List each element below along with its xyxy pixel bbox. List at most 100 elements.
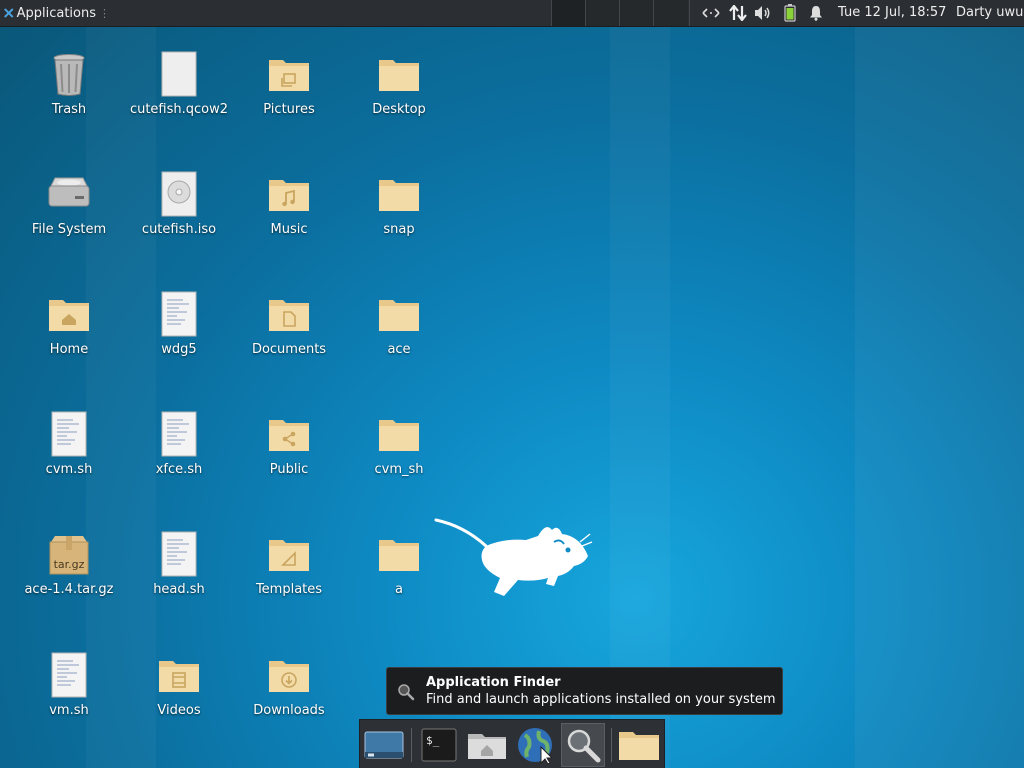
dock-separator (411, 728, 412, 762)
desktop-icon-trash[interactable]: Trash (14, 50, 124, 118)
desktop-icon-videos[interactable]: Videos (124, 651, 234, 719)
desktop-icon-cvm-sh-folder[interactable]: cvm_sh (344, 410, 454, 478)
trash-icon (53, 54, 85, 96)
desktop-icon-label: cvm_sh (374, 462, 424, 477)
desktop-icon-label: ace-1.4.tar.gz (24, 582, 114, 597)
notifications-bell-icon[interactable] (806, 0, 826, 26)
desktop-icon-label: head.sh (153, 582, 205, 597)
folder-public-icon (269, 420, 309, 451)
folder-pictures-icon (269, 60, 309, 91)
desktop-icon-label: xfce.sh (155, 462, 203, 477)
clock[interactable]: Tue 12 Jul, 18:57 (838, 0, 946, 26)
globe-icon (518, 728, 554, 765)
desktop-icon-downloads[interactable]: Downloads (234, 651, 344, 719)
folder-home-icon (49, 300, 89, 331)
web-browser-button[interactable] (513, 723, 557, 767)
desktop-icon-label: Templates (255, 582, 323, 597)
terminal-button[interactable]: $_ (417, 723, 461, 767)
folder-icon (379, 300, 419, 331)
folder-music-icon (269, 180, 309, 211)
desktop-icon-label: wdg5 (161, 342, 197, 357)
magnifier-icon (567, 729, 601, 763)
xfce-logo-icon (4, 8, 14, 18)
desktop-icon-file-system[interactable]: File System (14, 170, 124, 238)
desktop-icon-label: Public (269, 462, 309, 477)
magnifier-icon (398, 684, 415, 701)
desktop-icon-ace-tar-gz[interactable]: tar.gz ace-1.4.tar.gz (14, 530, 124, 598)
user-menu[interactable]: Darty uwu (956, 0, 1023, 26)
desktop-icon-label: cvm.sh (45, 462, 93, 477)
show-desktop-icon (364, 731, 404, 759)
desktop-icon-xfce-sh[interactable]: xfce.sh (124, 410, 234, 478)
dock-separator (611, 728, 612, 762)
desktop-icon-label: Trash (51, 102, 87, 117)
desktop-icon-head-sh[interactable]: head.sh (124, 530, 234, 598)
application-finder-button[interactable] (561, 723, 605, 767)
desktop-icon-label: Downloads (253, 703, 325, 718)
desktop-icon-label: Desktop (372, 102, 426, 117)
network-arrows-icon[interactable] (700, 0, 722, 26)
workspace-3-button[interactable] (620, 0, 653, 26)
desktop-icon-label: cutefish.qcow2 (129, 102, 229, 117)
desktop-icon-cutefish-qcow2[interactable]: cutefish.qcow2 (124, 50, 234, 118)
desktop-icon-templates[interactable]: Templates (234, 530, 344, 598)
desktop-icon-label: ace (387, 342, 411, 357)
battery-icon[interactable] (780, 0, 800, 26)
text-file-icon (51, 411, 87, 457)
file-icon (161, 51, 197, 97)
desktop-icon-public[interactable]: Public (234, 410, 344, 478)
panel-grip: ⋮ (99, 6, 110, 20)
desktop-icon-label: vm.sh (49, 703, 89, 718)
workspace-2-button[interactable] (586, 0, 619, 26)
folder-templates-icon (269, 540, 309, 571)
folder-videos-icon (159, 661, 199, 692)
application-finder-tooltip: Application Finder Find and launch appli… (386, 667, 783, 715)
folder-icon (379, 540, 419, 571)
tooltip-description: Find and launch applications installed o… (426, 692, 776, 707)
folder-documents-icon (269, 300, 309, 331)
desktop-icon-label: Music (270, 222, 308, 237)
desktop-icon-desktop[interactable]: Desktop (344, 50, 454, 118)
workspace-1-button[interactable] (552, 0, 585, 26)
home-folder-icon (468, 734, 506, 759)
desktop-icon-label: Documents (251, 342, 327, 357)
desktop-icon-cutefish-iso[interactable]: cutefish.iso (124, 170, 234, 238)
network-transfer-icon[interactable] (727, 0, 749, 26)
folder-downloads-icon (269, 661, 309, 692)
disc-image-icon (161, 171, 197, 217)
desktop-icon-vm-sh[interactable]: vm.sh (14, 651, 124, 719)
desktop-icon-label: Home (49, 342, 89, 357)
desktop-icon-ace[interactable]: ace (344, 290, 454, 358)
volume-icon[interactable] (752, 0, 774, 26)
desktop-icon-music[interactable]: Music (234, 170, 344, 238)
applications-menu-button[interactable]: Applications ⋮ (0, 0, 110, 26)
folder-icon (379, 420, 419, 451)
applications-menu-label: Applications (16, 5, 96, 21)
tooltip-title: Application Finder (426, 675, 561, 690)
file-manager-button[interactable] (465, 723, 509, 767)
terminal-icon: $_ (421, 728, 457, 762)
folder-icon (619, 732, 659, 760)
folder-icon (379, 60, 419, 91)
desktop-icon-cvm-sh[interactable]: cvm.sh (14, 410, 124, 478)
xfce-mouse-wallpaper-icon (434, 518, 593, 596)
archive-icon: tar.gz (49, 536, 89, 575)
text-file-icon (51, 652, 87, 698)
text-file-icon (161, 291, 197, 337)
panel-separator (689, 0, 690, 26)
desktop-icon-home[interactable]: Home (14, 290, 124, 358)
desktop-icon-pictures[interactable]: Pictures (234, 50, 344, 118)
workspace-4-button[interactable] (654, 0, 688, 26)
desktop-icon-wdg5[interactable]: wdg5 (124, 290, 234, 358)
desktop-icon-label: cutefish.iso (141, 222, 217, 237)
text-file-icon (161, 411, 197, 457)
dock-panel: $_ (359, 719, 665, 768)
folder-icon (379, 180, 419, 211)
desktop-icon-documents[interactable]: Documents (234, 290, 344, 358)
desktop-icon-label: Pictures (263, 102, 315, 117)
desktop-icon-snap[interactable]: snap (344, 170, 454, 238)
folder-button[interactable] (617, 723, 661, 767)
show-desktop-button[interactable] (362, 723, 406, 767)
desktop-icon-label: Videos (157, 703, 201, 718)
desktop-icon-label: snap (383, 222, 415, 237)
